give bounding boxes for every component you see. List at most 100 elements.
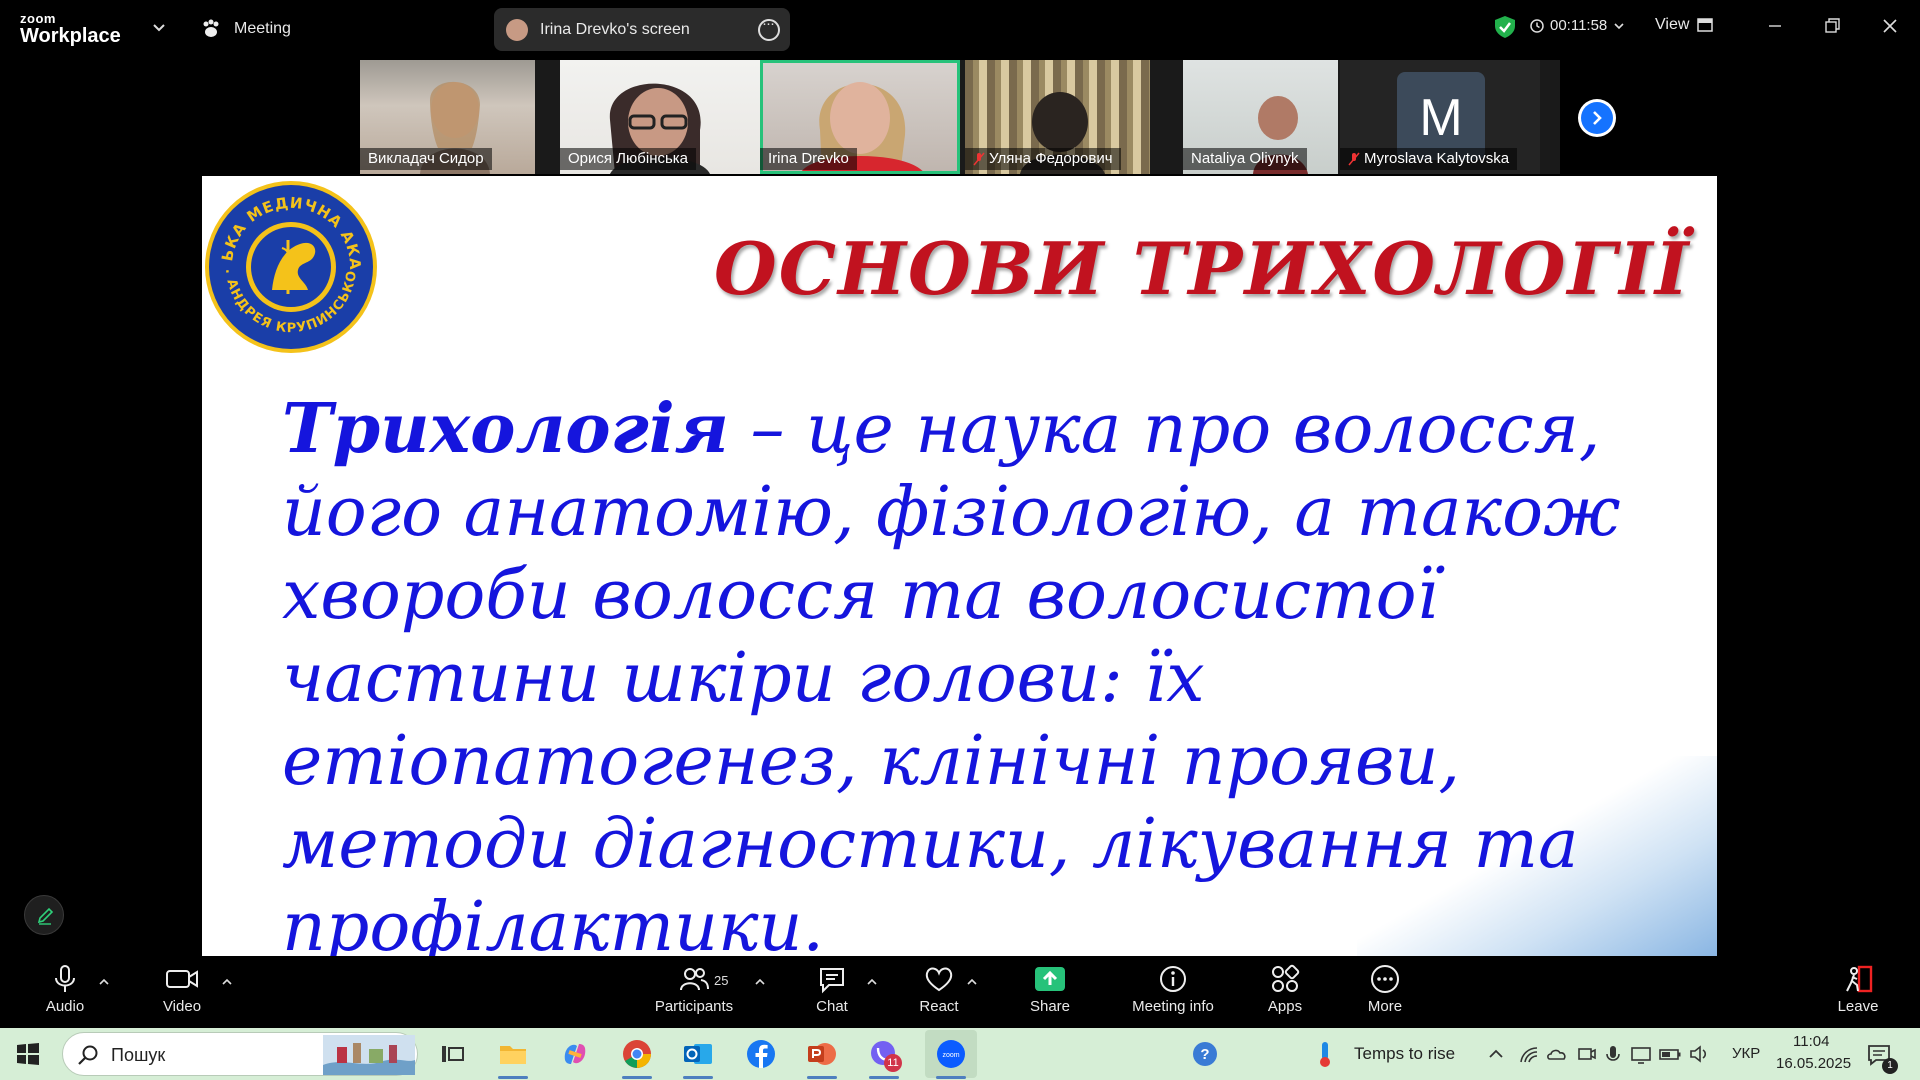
slide-title: ОСНОВИ ТРИХОЛОГІЇ: [714, 226, 1691, 311]
meet-now-icon[interactable]: [1576, 1038, 1596, 1070]
powerpoint-icon[interactable]: [806, 1038, 838, 1070]
apps-button[interactable]: Apps: [1240, 964, 1330, 1024]
academy-seal-logo: ЛЬВІВСЬКА МЕДИЧНА АКАДЕМІЯ ІМ. АНДРЕЯ КР…: [202, 178, 377, 353]
view-label: View: [1655, 16, 1690, 33]
screen-share-pill[interactable]: Irina Drevko's screen: [494, 8, 790, 51]
meeting-label: Meeting: [234, 20, 291, 37]
notifications-count: 1: [1882, 1058, 1898, 1074]
thermometer-icon: [1320, 1042, 1330, 1067]
audio-options-caret-icon[interactable]: [98, 976, 110, 988]
grid-view-icon: [1697, 18, 1714, 32]
running-indicator: [869, 1076, 899, 1079]
meeting-menu-button[interactable]: Meeting: [200, 16, 291, 42]
paw-icon: [203, 19, 219, 37]
windows-start-icon[interactable]: [16, 1042, 40, 1066]
slide-line-4: частини шкіри голови: їх: [282, 639, 1205, 718]
svg-text:?: ?: [1200, 1046, 1209, 1063]
volume-icon[interactable]: [1688, 1038, 1710, 1070]
react-button[interactable]: React: [894, 964, 984, 1024]
share-button[interactable]: Share: [1005, 964, 1095, 1024]
timer-value: 00:11:58: [1550, 17, 1608, 34]
next-page-button[interactable]: [1578, 99, 1616, 137]
zoom-logo-workplace: Workplace: [20, 25, 121, 47]
video-options-caret-icon[interactable]: [221, 976, 233, 988]
chevron-down-icon[interactable]: [151, 20, 167, 36]
zoom-logo-small: zoom: [20, 11, 56, 26]
participant-name: Орися Любінська: [560, 148, 697, 170]
running-indicator: [498, 1076, 528, 1079]
participants-count: 25: [714, 973, 729, 988]
presenter-avatar: [506, 18, 528, 41]
meeting-controls-toolbar: Audio Video Participants 25 Chat React S…: [0, 956, 1920, 1028]
outlook-icon[interactable]: [682, 1038, 714, 1070]
svg-text:zoom: zoom: [942, 1052, 959, 1059]
participant-tile[interactable]: Уляна Федорович: [965, 60, 1150, 174]
more-label: More: [1367, 998, 1403, 1015]
leave-button[interactable]: Leave: [1813, 964, 1903, 1024]
audio-button[interactable]: Audio: [20, 964, 110, 1024]
close-icon[interactable]: [1878, 14, 1902, 38]
restore-icon[interactable]: [1820, 14, 1844, 38]
participant-tile[interactable]: M Myroslava Kalytovska: [1340, 60, 1540, 174]
display-icon[interactable]: [1630, 1038, 1652, 1070]
more-button[interactable]: More: [1340, 964, 1430, 1024]
chat-options-caret-icon[interactable]: [866, 976, 878, 988]
participant-name: Уляна Федорович: [965, 148, 1121, 170]
windows-taskbar: Пошук 11 zoom ? Temps to rise УКР 11:04 …: [0, 1028, 1920, 1080]
react-label: React: [919, 998, 959, 1015]
running-indicator: [807, 1076, 837, 1079]
microphone-in-use-icon[interactable]: [1604, 1038, 1622, 1070]
react-options-caret-icon[interactable]: [966, 976, 978, 988]
meeting-info-button[interactable]: Meeting info: [1118, 964, 1228, 1024]
meeting-timer[interactable]: 00:11:58: [1530, 17, 1625, 34]
video-button[interactable]: Video: [137, 964, 227, 1024]
participant-name: Викладач Сидор: [360, 148, 492, 170]
chevron-up-icon[interactable]: [1486, 1038, 1506, 1070]
input-language[interactable]: УКР: [1732, 1045, 1760, 1062]
battery-icon[interactable]: [1658, 1038, 1682, 1070]
help-icon[interactable]: ?: [1189, 1038, 1221, 1070]
encryption-shield-icon[interactable]: [1494, 15, 1516, 39]
participant-tile[interactable]: Викладач Сидор: [360, 60, 535, 174]
participants-icon: [680, 968, 709, 991]
zoom-app-icon[interactable]: zoom: [935, 1038, 967, 1070]
clock-time[interactable]: 11:04: [1793, 1033, 1829, 1050]
avatar: M: [1397, 72, 1485, 160]
taskbar-search-box[interactable]: Пошук: [62, 1032, 418, 1076]
slide-line-2: його анатомію, фізіологію, а також: [282, 473, 1621, 552]
clock-icon: [1530, 18, 1544, 33]
slide-definition-text: Трихологія – це наука про волосся, його …: [282, 388, 1682, 956]
more-options-icon[interactable]: [758, 15, 780, 41]
facebook-icon[interactable]: [745, 1038, 777, 1070]
view-button[interactable]: View: [1655, 16, 1714, 34]
slide-line-5: етіопатогенез, клінічні прояви,: [282, 722, 1461, 801]
chevron-right-icon: [1593, 111, 1602, 125]
chrome-icon[interactable]: [621, 1038, 653, 1070]
running-indicator: [622, 1076, 652, 1079]
slide-line-3: хвороби волосся та волосистої: [282, 556, 1439, 635]
info-icon: [1160, 966, 1186, 992]
copilot-icon[interactable]: [559, 1038, 591, 1070]
chat-button[interactable]: Chat: [787, 964, 877, 1024]
chat-label: Chat: [816, 998, 848, 1015]
minimize-icon[interactable]: [1763, 14, 1787, 38]
more-dots-icon: [1371, 965, 1399, 993]
participant-thumbnail-strip: Викладач Сидор Орися Любінська Irina Dre…: [360, 60, 1560, 174]
participants-options-caret-icon[interactable]: [754, 976, 766, 988]
weather-text[interactable]: Temps to rise: [1354, 1044, 1455, 1064]
search-icon: [78, 1045, 98, 1065]
network-icon[interactable]: [1518, 1038, 1540, 1070]
notification-badge: 11: [884, 1054, 902, 1072]
participant-tile[interactable]: Nataliya Oliynyk: [1183, 60, 1338, 174]
slide-line-1: Трихологія – це наука про волосся,: [282, 389, 1601, 469]
file-explorer-icon[interactable]: [497, 1038, 529, 1070]
video-camera-icon: [166, 970, 198, 988]
annotate-button[interactable]: [24, 895, 64, 935]
task-view-icon[interactable]: [436, 1038, 468, 1070]
clock-date[interactable]: 16.05.2025: [1776, 1055, 1851, 1072]
share-label: Share: [1029, 998, 1071, 1015]
participant-tile[interactable]: Орися Любінська: [560, 60, 760, 174]
leave-label: Leave: [1837, 998, 1879, 1015]
participant-tile-active-speaker[interactable]: Irina Drevko: [760, 60, 960, 174]
onedrive-icon[interactable]: [1546, 1038, 1568, 1070]
